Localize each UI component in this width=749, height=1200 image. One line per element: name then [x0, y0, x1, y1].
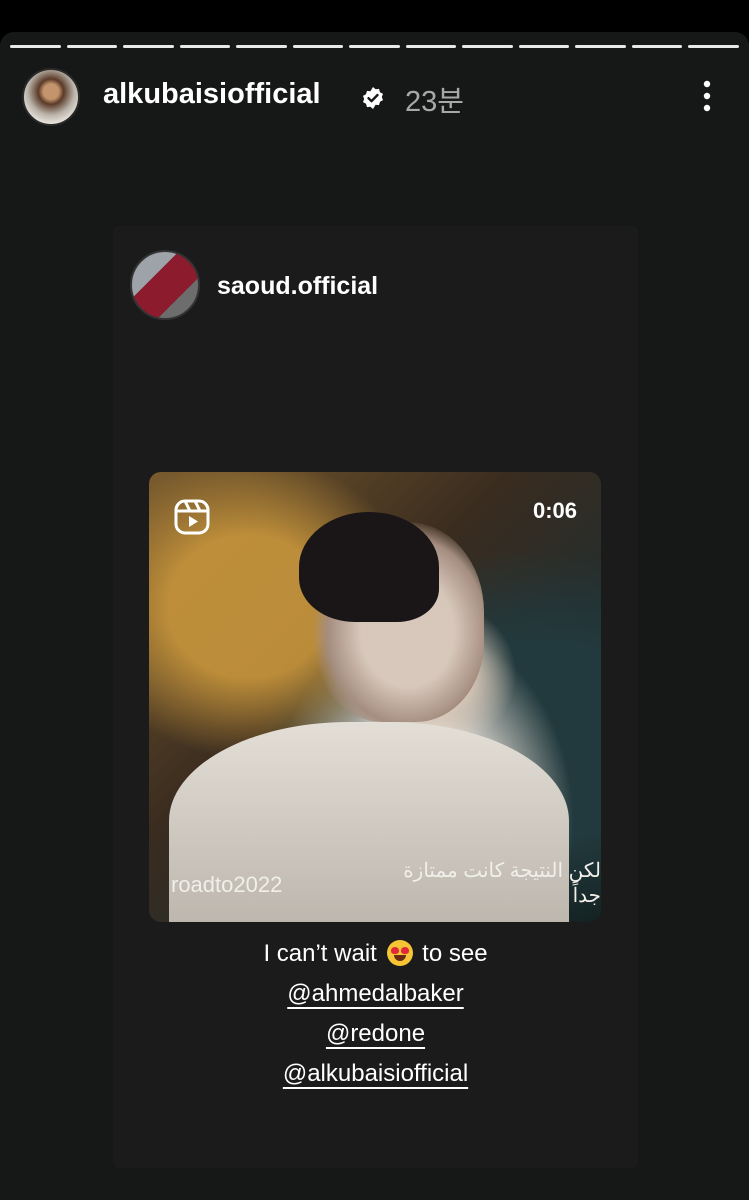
- video-duration: 0:06: [532, 498, 577, 523]
- progress-segment: [236, 45, 287, 48]
- shared-post-avatar[interactable]: [130, 250, 200, 320]
- progress-segment: [631, 45, 683, 48]
- progress-segment: [462, 45, 513, 48]
- verified-badge-icon: [363, 87, 383, 109]
- progress-segment: [292, 45, 344, 48]
- reels-icon: [174, 499, 210, 535]
- mention-link[interactable]: @alkubaisiofficial: [283, 1060, 468, 1087]
- progress-segment: [575, 45, 626, 48]
- heart-eyes-emoji-icon: [386, 940, 413, 966]
- progress-segment: [10, 45, 61, 48]
- caption-text-after: to see: [422, 940, 488, 967]
- story-caption: I can’t wait to see @ahmedalbaker @redon…: [113, 934, 638, 1094]
- video-frame-hair: [299, 512, 439, 622]
- mention-link[interactable]: @redone: [326, 1020, 425, 1047]
- video-subtitle: لكن النتيجة كانت ممتازة جداً: [403, 860, 601, 907]
- progress-segment: [518, 45, 570, 48]
- progress-segment: [123, 45, 174, 48]
- caption-line: I can’t wait to see: [113, 934, 638, 974]
- progress-segment: [66, 45, 118, 48]
- mention-link[interactable]: @ahmedalbaker: [287, 980, 463, 1007]
- story-header: alkubaisiofficial 23분: [0, 64, 749, 128]
- profile-avatar[interactable]: [22, 68, 80, 126]
- reel-video-thumbnail[interactable]: 0:06 لكن النتيجة كانت ممتازة جداً roadto…: [149, 472, 601, 922]
- story-username[interactable]: alkubaisiofficial: [103, 78, 321, 111]
- shared-post-username[interactable]: saoud.official: [217, 272, 378, 301]
- caption-text-before: I can’t wait: [263, 940, 377, 967]
- progress-segment: [405, 45, 457, 48]
- story-progress-bar: [10, 45, 739, 49]
- progress-segment: [179, 45, 231, 48]
- progress-segment: [688, 45, 739, 48]
- progress-segment: [349, 45, 400, 48]
- more-vertical-icon[interactable]: [695, 76, 719, 116]
- post-time: 23분: [405, 86, 464, 118]
- video-hashtag: roadto2022: [171, 872, 283, 897]
